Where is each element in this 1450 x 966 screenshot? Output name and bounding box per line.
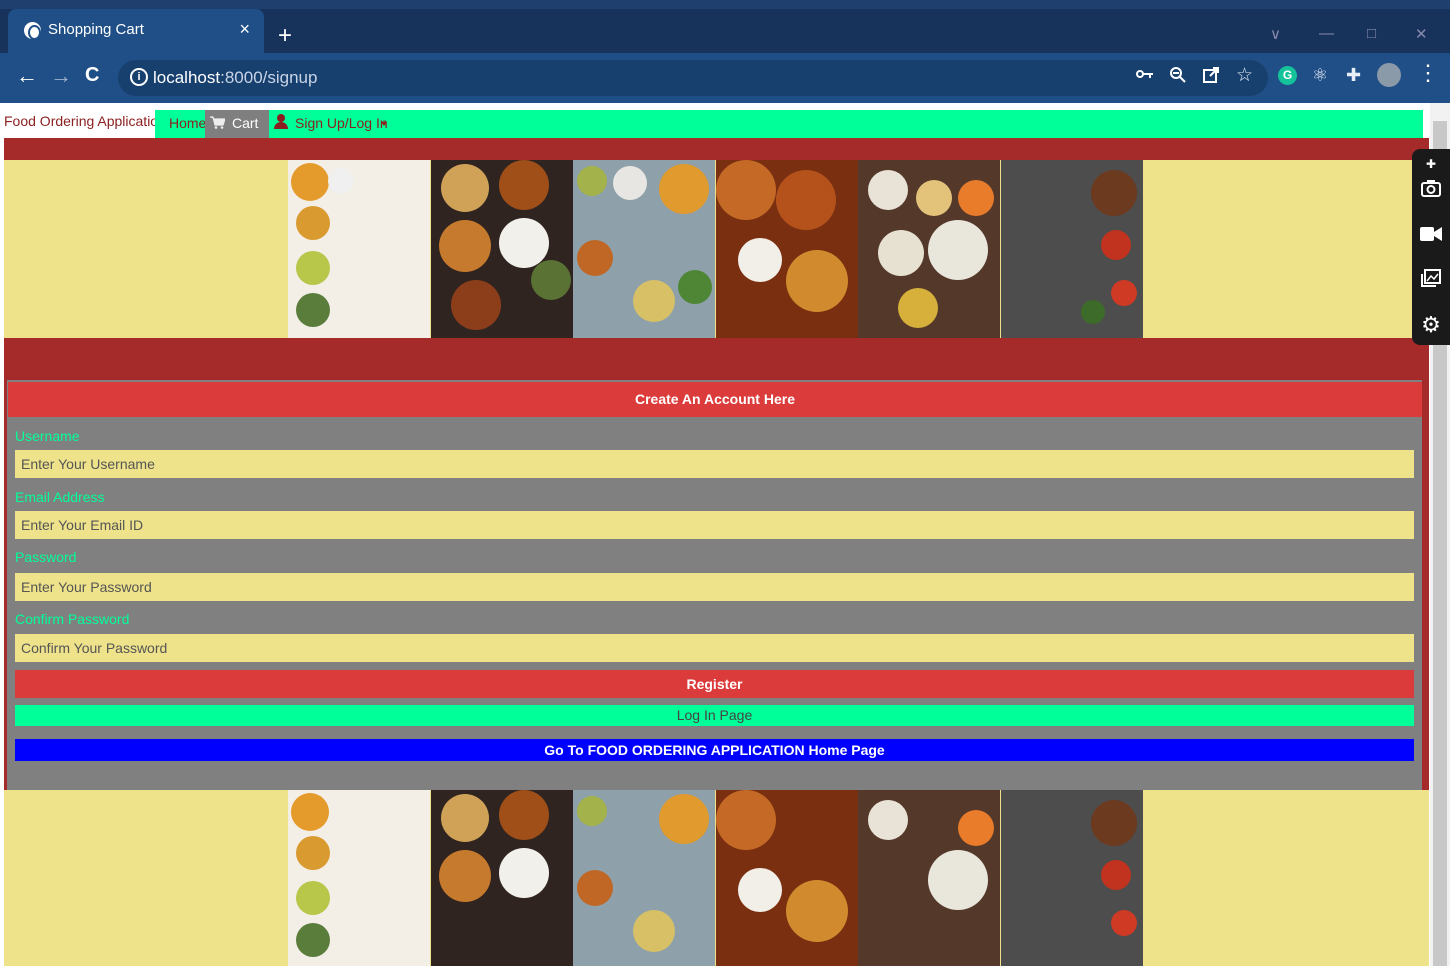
site-info-icon[interactable]: i bbox=[130, 68, 148, 86]
url-host: localhost bbox=[153, 68, 221, 87]
food-image-9 bbox=[573, 790, 715, 966]
food-image-6 bbox=[1001, 160, 1143, 338]
username-input[interactable] bbox=[15, 450, 1414, 478]
back-button[interactable]: ← bbox=[16, 65, 38, 87]
react-extension-icon[interactable]: ⚛ bbox=[1312, 66, 1328, 84]
screenshot-tool-panel: ✚ ⚙ bbox=[1412, 149, 1450, 345]
gallery-icon[interactable] bbox=[1420, 269, 1442, 291]
browser-menu-button[interactable]: ⋮ bbox=[1417, 62, 1439, 84]
globe-icon bbox=[24, 22, 41, 40]
address-bar[interactable]: i localhost:8000/signup bbox=[118, 60, 1268, 96]
login-page-button[interactable]: Log In Page bbox=[15, 705, 1414, 726]
dropdown-caret-icon bbox=[381, 122, 387, 126]
nav-signup-login-dropdown[interactable]: Sign Up/Log In bbox=[295, 115, 388, 131]
email-input[interactable] bbox=[15, 511, 1414, 539]
food-image-4 bbox=[716, 160, 858, 338]
food-image-10 bbox=[716, 790, 858, 966]
browser-chrome: Shopping Cart × + ∨ — □ ✕ ← → C i localh… bbox=[0, 0, 1450, 103]
close-window-button[interactable]: ✕ bbox=[1415, 25, 1428, 43]
food-image-3 bbox=[573, 160, 715, 338]
register-button[interactable]: Register bbox=[15, 670, 1414, 698]
extensions-puzzle-icon[interactable]: ✚ bbox=[1346, 66, 1361, 84]
browser-toolbar: ← → C i localhost:8000/signup ☆ G ⚛ ✚ ⋮ bbox=[0, 53, 1450, 103]
food-image-2 bbox=[431, 160, 573, 338]
url-path: :8000/signup bbox=[220, 68, 318, 87]
key-icon[interactable] bbox=[1136, 66, 1154, 83]
share-icon[interactable] bbox=[1202, 66, 1220, 87]
email-label: Email Address bbox=[15, 489, 105, 505]
tab-title: Shopping Cart bbox=[48, 21, 144, 38]
reload-button[interactable]: C bbox=[85, 65, 99, 85]
tab-shopping-cart[interactable]: Shopping Cart × bbox=[8, 9, 264, 53]
tab-close-icon[interactable]: × bbox=[239, 19, 250, 40]
forward-button[interactable]: → bbox=[50, 65, 72, 87]
new-tab-button[interactable]: + bbox=[278, 24, 292, 48]
zoom-icon[interactable] bbox=[1169, 66, 1187, 87]
food-image-1 bbox=[288, 160, 430, 338]
nav-cart-link[interactable]: Cart bbox=[232, 115, 258, 131]
pin-icon[interactable]: ✚ bbox=[1420, 153, 1442, 175]
video-icon[interactable] bbox=[1420, 225, 1442, 247]
password-label: Password bbox=[15, 549, 77, 565]
camera-icon[interactable] bbox=[1420, 179, 1442, 201]
settings-gear-icon[interactable]: ⚙ bbox=[1420, 314, 1442, 336]
url-text: localhost:8000/signup bbox=[153, 68, 317, 88]
profile-avatar[interactable] bbox=[1377, 63, 1401, 87]
grammarly-extension-icon[interactable]: G bbox=[1278, 66, 1297, 85]
brand-link[interactable]: Food Ordering Application bbox=[4, 113, 166, 129]
minimize-button[interactable]: — bbox=[1319, 25, 1334, 42]
tab-search-icon[interactable]: ∨ bbox=[1270, 25, 1281, 43]
confirm-password-input[interactable] bbox=[15, 634, 1414, 662]
food-image-11 bbox=[858, 790, 1000, 966]
food-image-8 bbox=[431, 790, 573, 966]
bookmark-star-icon[interactable]: ☆ bbox=[1236, 66, 1253, 85]
nav-home-link[interactable]: Home bbox=[169, 115, 206, 131]
confirm-password-label: Confirm Password bbox=[15, 611, 130, 627]
username-label: Username bbox=[15, 428, 80, 444]
restore-button[interactable]: □ bbox=[1367, 25, 1376, 42]
food-image-5 bbox=[858, 160, 1000, 338]
site-navbar: Food Ordering Application Home Cart Sign… bbox=[4, 106, 1423, 138]
food-image-7 bbox=[288, 790, 430, 966]
user-icon bbox=[274, 114, 288, 130]
cart-icon bbox=[210, 116, 226, 129]
password-input[interactable] bbox=[15, 573, 1414, 601]
home-page-button[interactable]: Go To FOOD ORDERING APPLICATION Home Pag… bbox=[15, 739, 1414, 761]
page-viewport: Food Ordering Application Home Cart Sign… bbox=[0, 103, 1450, 966]
food-image-12 bbox=[1001, 790, 1143, 966]
form-header: Create An Account Here bbox=[8, 382, 1422, 417]
tab-strip: Shopping Cart × + ∨ — □ ✕ bbox=[0, 9, 1450, 53]
